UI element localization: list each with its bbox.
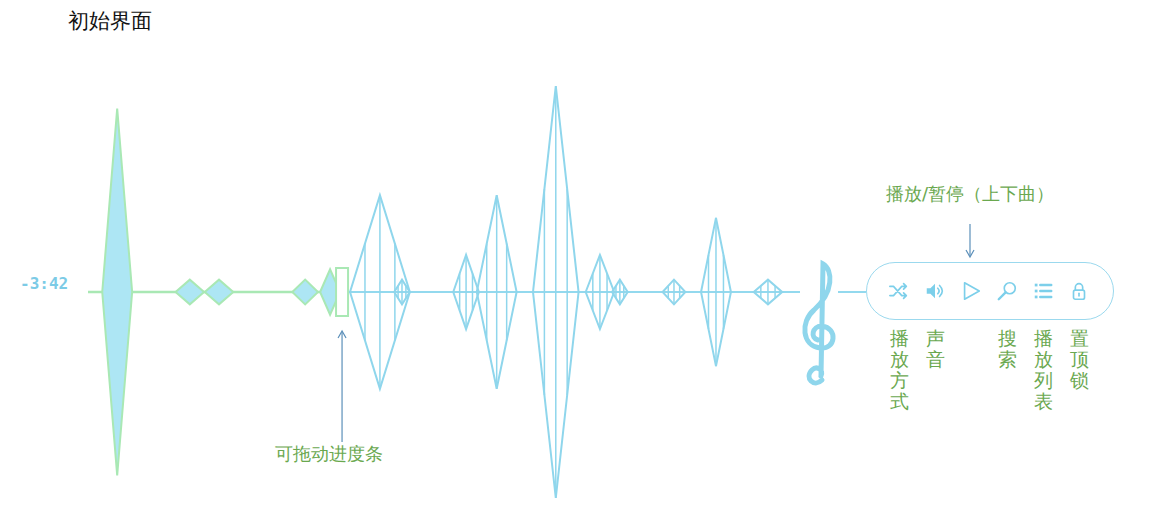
play-button[interactable] xyxy=(960,278,982,304)
control-label: 置顶锁 xyxy=(1070,328,1089,412)
page-title: 初始界面 xyxy=(0,0,1158,35)
wave-peak xyxy=(533,86,579,498)
control-annotation: 播放/暂停（上下曲） xyxy=(886,182,1054,206)
volume-button[interactable] xyxy=(924,278,946,304)
treble-clef-icon xyxy=(805,264,833,383)
control-label: 播放方式 xyxy=(890,328,909,412)
play-note-arrow xyxy=(969,224,970,256)
wave-peak xyxy=(586,255,614,329)
control-label: 声音 xyxy=(926,328,945,412)
progress-annotation: 可拖动进度条 xyxy=(275,442,383,466)
wave-peak xyxy=(205,280,233,305)
lock-icon xyxy=(1068,280,1090,302)
shuffle-icon xyxy=(888,280,910,302)
control-label: 播放列表 xyxy=(1034,328,1053,412)
speaker-icon xyxy=(924,280,946,302)
play-icon xyxy=(960,278,982,304)
wave-peak xyxy=(350,195,410,389)
wave-peak xyxy=(477,195,517,389)
player-mockup: 初始界面 -3:42 可拖动进度条 播放/暂停（上下曲） 播放方式声音搜索播放列表置顶锁 xyxy=(0,0,1158,519)
progress-note-arrow xyxy=(341,332,342,442)
wave-peak xyxy=(453,255,479,329)
wave-peak xyxy=(394,280,410,305)
magnifier-icon xyxy=(996,280,1018,302)
wave-peak xyxy=(754,280,782,305)
wave-peak xyxy=(292,280,318,305)
wave-peak xyxy=(663,280,686,305)
playlist-button[interactable] xyxy=(1032,278,1054,304)
connector-line xyxy=(838,291,866,293)
wave-peak xyxy=(612,280,628,305)
wave-peak xyxy=(701,218,731,366)
wave-peak xyxy=(102,109,132,476)
shuffle-button[interactable] xyxy=(888,278,910,304)
remaining-time: -3:42 xyxy=(20,274,68,293)
search-button[interactable] xyxy=(996,278,1018,304)
progress-handle[interactable] xyxy=(336,268,348,316)
control-bar xyxy=(866,262,1114,320)
control-block: 播放方式声音搜索播放列表置顶锁 xyxy=(866,262,1114,412)
control-labels: 播放方式声音搜索播放列表置顶锁 xyxy=(866,328,1114,412)
control-label: 搜索 xyxy=(998,328,1017,412)
waveform-chart xyxy=(0,0,1158,519)
wave-peak xyxy=(176,280,204,305)
pin-lock-button[interactable] xyxy=(1068,278,1090,304)
list-icon xyxy=(1032,280,1054,302)
